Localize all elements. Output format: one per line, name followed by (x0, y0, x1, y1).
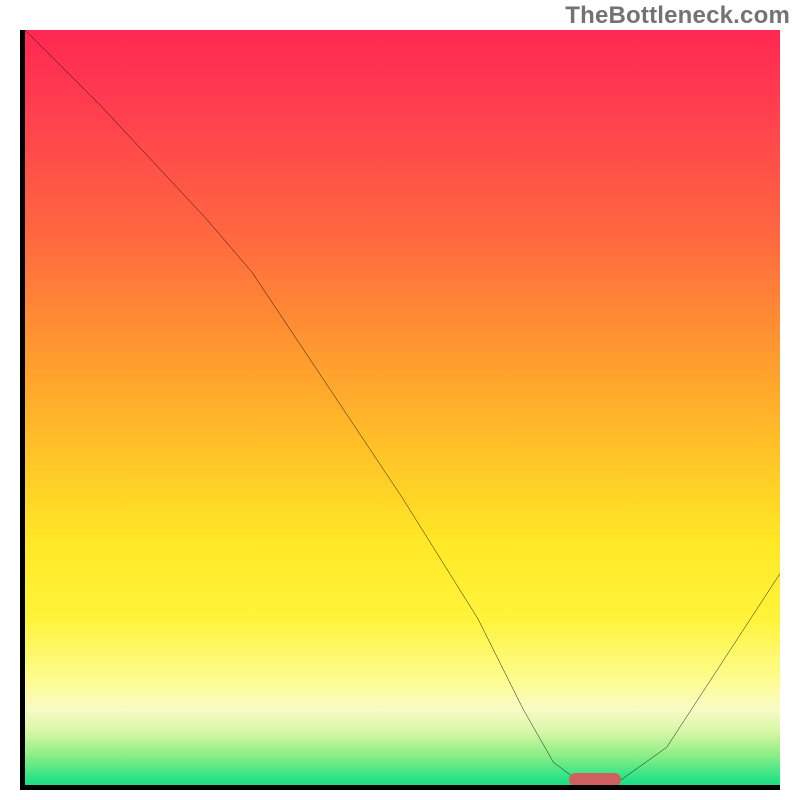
watermark-text: TheBottleneck.com (565, 2, 790, 30)
plot-area (20, 30, 780, 790)
optimal-range-marker (569, 773, 622, 786)
chart-canvas: TheBottleneck.com (0, 0, 800, 800)
gradient-background (25, 30, 780, 785)
